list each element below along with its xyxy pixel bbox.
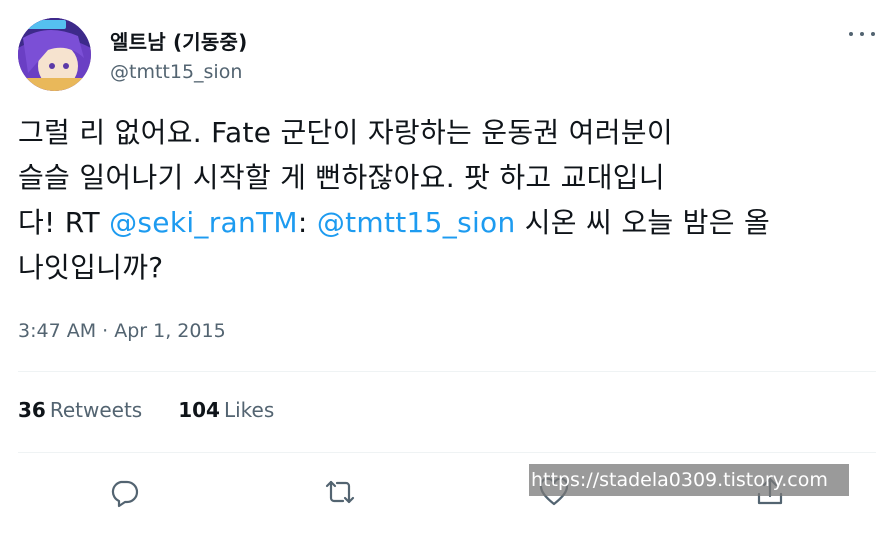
avatar-image (18, 18, 91, 91)
reply-icon[interactable] (106, 474, 142, 510)
avatar[interactable] (18, 18, 91, 91)
more-options-icon[interactable] (847, 24, 877, 44)
retweets-count: 36 (18, 398, 46, 422)
tweet-date: Apr 1, 2015 (114, 320, 226, 342)
tweet-stats: 36 Retweets 104 Likes (18, 398, 274, 422)
user-handle[interactable]: @tmtt15_sion (110, 61, 242, 83)
retweets-stat[interactable]: 36 Retweets (18, 398, 142, 422)
likes-stat[interactable]: 104 Likes (178, 398, 274, 422)
tweet-line: 슬슬 일어나기 시작할 게 뻔하잖아요. 팟 하고 교대입니 (18, 161, 665, 194)
mention-link[interactable]: @seki_ranTM (109, 206, 298, 239)
tweet-line: 다! RT @seki_ranTM: @tmtt15_sion 시온 씨 오늘 … (18, 200, 878, 245)
retweet-icon[interactable] (322, 474, 358, 510)
retweets-label: Retweets (49, 398, 143, 422)
divider (18, 371, 876, 372)
meta-separator: · (96, 320, 115, 342)
divider (18, 452, 876, 453)
tweet-line: 나잇입니까? (18, 251, 164, 284)
tweet-line: 그럴 리 없어요. Fate 군단이 자랑하는 운동권 여러분이 (18, 116, 673, 149)
tweet-time: 3:47 AM (18, 320, 97, 342)
tweet-text-segment: 다! RT (18, 206, 110, 239)
watermark-url: https://stadela0309.tistory.com (529, 464, 849, 496)
mention-link[interactable]: @tmtt15_sion (317, 206, 516, 239)
likes-count: 104 (178, 398, 220, 422)
tweet-text-segment: 시온 씨 오늘 밤은 올 (515, 206, 771, 239)
display-name[interactable]: 엘트남 (기동중) (110, 26, 247, 55)
tweet-text-segment: : (297, 206, 317, 239)
tweet-timestamp[interactable]: 3:47 AM · Apr 1, 2015 (18, 320, 226, 342)
tweet-text: 그럴 리 없어요. Fate 군단이 자랑하는 운동권 여러분이 슬슬 일어나기… (18, 110, 878, 290)
likes-label: Likes (223, 398, 275, 422)
